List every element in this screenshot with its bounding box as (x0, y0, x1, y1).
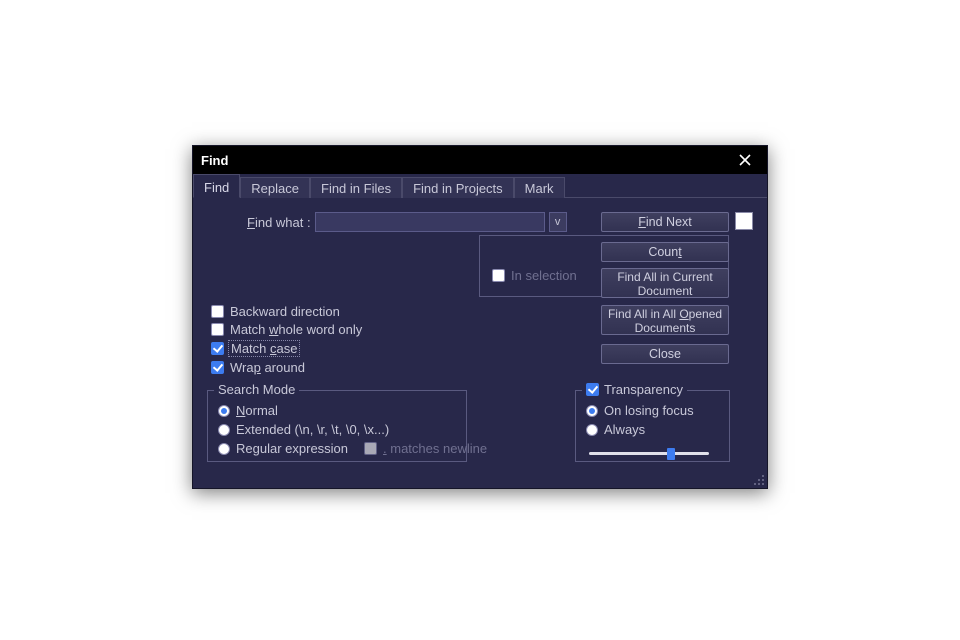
whole-word-label: Match whole word only (230, 322, 362, 337)
close-button[interactable]: Close (601, 344, 729, 364)
find-dialog: Find Find Replace Find in Files Find in … (192, 145, 768, 489)
transparency-legend: Transparency (604, 382, 683, 397)
mode-regex-radio[interactable] (218, 443, 230, 455)
find-history-dropdown[interactable]: v (549, 212, 567, 232)
close-icon[interactable] (731, 146, 759, 174)
search-mode-fieldset: Search Mode Normal Extended (\n, \r, \t,… (207, 390, 467, 462)
titlebar[interactable]: Find (193, 146, 767, 174)
transparency-fieldset: Transparency On losing focus Always (575, 390, 730, 462)
transparency-slider[interactable] (589, 447, 709, 461)
trans-always-radio[interactable] (586, 424, 598, 436)
match-case-label: Match case (228, 340, 300, 357)
wrap-label: Wrap around (230, 360, 305, 375)
match-case-checkbox[interactable] (211, 342, 224, 355)
trans-onfocus-label: On losing focus (604, 403, 694, 418)
dialog-body: Find what : v Find Next In selection Cou… (193, 198, 767, 488)
find-what-label: Find what : (247, 215, 311, 230)
backward-label: Backward direction (230, 304, 340, 319)
backward-checkbox[interactable] (211, 305, 224, 318)
resize-grip-icon[interactable] (753, 474, 765, 486)
mode-regex-label: Regular expression (236, 441, 348, 456)
in-selection-checkbox[interactable] (492, 269, 505, 282)
mode-normal-label: Normal (236, 403, 278, 418)
tab-find[interactable]: Find (193, 174, 240, 198)
tab-find-in-projects[interactable]: Find in Projects (402, 177, 514, 198)
search-mode-legend: Search Mode (214, 382, 299, 397)
dot-newline-label: . matches newline (383, 441, 487, 456)
wrap-checkbox[interactable] (211, 361, 224, 374)
trans-onfocus-radio[interactable] (586, 405, 598, 417)
mode-extended-label: Extended (\n, \r, \t, \0, \x...) (236, 422, 389, 437)
mode-normal-radio[interactable] (218, 405, 230, 417)
find-next-button[interactable]: Find Next (601, 212, 729, 232)
tab-strip: Find Replace Find in Files Find in Proje… (193, 174, 767, 198)
count-button[interactable]: Count (601, 242, 729, 262)
in-selection-label: In selection (511, 268, 577, 283)
whole-word-checkbox[interactable] (211, 323, 224, 336)
dot-newline-checkbox[interactable] (364, 442, 377, 455)
tab-find-in-files[interactable]: Find in Files (310, 177, 402, 198)
transparency-enable-checkbox[interactable] (586, 383, 599, 396)
dialog-title: Find (201, 153, 731, 168)
option-column: Backward direction Match whole word only… (211, 304, 362, 375)
find-what-input[interactable] (315, 212, 545, 232)
tab-replace[interactable]: Replace (240, 177, 310, 198)
tab-mark[interactable]: Mark (514, 177, 565, 198)
trans-always-label: Always (604, 422, 645, 437)
find-all-current-button[interactable]: Find All in Current Document (601, 268, 729, 298)
mode-extended-radio[interactable] (218, 424, 230, 436)
find-all-opened-button[interactable]: Find All in All Opened Documents (601, 305, 729, 335)
direction-toggle[interactable] (735, 212, 753, 230)
